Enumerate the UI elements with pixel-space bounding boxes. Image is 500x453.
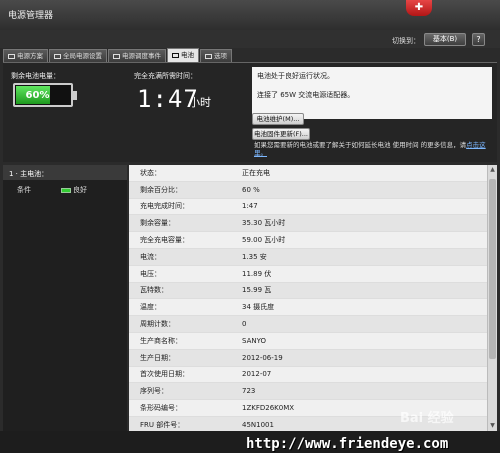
tab-schedule-events[interactable]: 电源调度事件 — [108, 49, 166, 62]
detail-row: 生产日期： 2012-06-19 — [129, 349, 487, 367]
detail-key: 剩余容量： — [140, 219, 175, 228]
condition-battery-icon — [61, 187, 71, 193]
scroll-up-icon[interactable]: ▲ — [488, 165, 497, 175]
battery-icon — [172, 53, 179, 58]
detail-key: 周期计数： — [140, 320, 175, 329]
tab-label: 电源方案 — [17, 51, 43, 60]
title-bar: 电源管理器 ✚ — [0, 0, 500, 30]
detail-value: 11.89 伏 — [242, 269, 272, 278]
detail-row: 首次使用日期： 2012-07 — [129, 367, 487, 384]
condition-text: 良好 — [73, 186, 87, 194]
status-adapter: 连接了 65W 交流电源适配器。 — [257, 91, 355, 99]
main-battery-header[interactable]: 1 · 主电池： — [3, 165, 127, 180]
battery-details-table: 状态： 正在充电剩余百分比： 60 % 充电完成时间： 1:47 剩余容量： 35.30 瓦… — [129, 165, 487, 431]
detail-value: 2012-07 — [242, 370, 272, 379]
detail-key: 状态： — [140, 168, 161, 177]
switch-row: 切换到： 基本(B) ? — [0, 30, 500, 48]
watermark-baidu: Bai 经验 — [400, 411, 454, 426]
detail-value: 1.35 安 — [242, 252, 267, 261]
detail-key: 充电完成时间： — [140, 202, 189, 211]
detail-key: 温度： — [140, 303, 161, 312]
detail-key: FRU 部件号： — [140, 420, 185, 429]
detail-value: 60 % — [242, 185, 260, 194]
status-health: 电池处于良好运行状况。 — [257, 72, 334, 80]
detail-value: 59.00 瓦小时 — [242, 236, 286, 245]
detail-key: 生产日期： — [140, 353, 175, 362]
detail-row: 温度： 34 摄氏度 — [129, 299, 487, 317]
window-title: 电源管理器 — [8, 11, 54, 21]
detail-key: 生产商名称： — [140, 336, 182, 345]
detail-row: 完全充电容量： 59.00 瓦小时 — [129, 232, 487, 249]
battery-info-text: 如果您需要新的电池或要了解关于如何延长电池 使用时间 的更多信息，请点击这里。 — [254, 141, 490, 157]
info-text: 如果您需要新的电池或要了解关于如何延长电池 使用时间 的更多信息，请 — [254, 141, 467, 149]
battery-percent: 60% — [25, 90, 50, 101]
detail-row: 周期计数： 0 — [129, 316, 487, 333]
detail-key: 瓦特数： — [140, 286, 168, 295]
switch-basic-button[interactable]: 基本(B) — [424, 33, 466, 46]
tab-bar: 电源方案 全局电源设置 电源调度事件 电池 选项 — [3, 48, 232, 62]
battery-summary-panel: 剩余电池电量： 60% 完全充满所需时间： 1:47 小时 电池处于良好运行状况… — [3, 62, 497, 162]
detail-key: 条形码编号： — [140, 404, 182, 413]
condition-label: 条件 — [17, 186, 31, 194]
app-plus-icon: ✚ — [406, 0, 432, 16]
battery-gauge: 60% — [13, 83, 77, 107]
detail-row: 剩余百分比： 60 % — [129, 181, 487, 199]
detail-row: 电流： 1.35 安 — [129, 248, 487, 266]
tab-global-settings[interactable]: 全局电源设置 — [49, 49, 107, 62]
detail-key: 剩余百分比： — [140, 185, 182, 194]
tab-power-plan[interactable]: 电源方案 — [3, 49, 48, 62]
tab-label: 电源调度事件 — [122, 51, 161, 60]
tab-label: 电池 — [181, 51, 194, 59]
detail-value: SANYO — [242, 336, 267, 345]
detail-row: 剩余容量： 35.30 瓦小时 — [129, 215, 487, 233]
firmware-update-button[interactable]: 电池固件更新(F)... — [252, 128, 310, 140]
detail-row: 充电完成时间： 1:47 — [129, 199, 487, 216]
tab-label: 选项 — [214, 51, 227, 60]
detail-value: 723 — [242, 387, 256, 396]
power-plan-icon — [8, 53, 15, 59]
switch-label: 切换到： — [392, 37, 420, 45]
help-button[interactable]: ? — [472, 33, 485, 46]
detail-value: 正在充电 — [242, 168, 270, 177]
detail-key: 序列号： — [140, 387, 168, 396]
tab-options[interactable]: 选项 — [200, 49, 232, 62]
full-charge-time-label: 完全充满所需时间： — [134, 72, 197, 80]
detail-key: 电压： — [140, 269, 161, 278]
schedule-icon — [113, 53, 120, 59]
detail-value: 34 摄氏度 — [242, 303, 275, 312]
battery-maintenance-button[interactable]: 电池维护(M)... — [252, 113, 304, 125]
detail-row: 生产商名称： SANYO — [129, 333, 487, 350]
tab-label: 全局电源设置 — [63, 51, 102, 60]
details-scrollbar[interactable]: ▲ ▼ — [487, 165, 497, 431]
battery-nub — [73, 91, 77, 100]
detail-value: 1:47 — [242, 202, 258, 211]
global-settings-icon — [54, 53, 61, 59]
options-icon — [205, 53, 212, 59]
battery-status-box: 电池处于良好运行状况。 连接了 65W 交流电源适配器。 — [252, 67, 492, 119]
watermark-url: http://www.friendeye.com — [246, 436, 449, 452]
detail-row: 电压： 11.89 伏 — [129, 266, 487, 283]
remaining-charge-label: 剩余电池电量： — [11, 72, 60, 80]
detail-value: 35.30 瓦小时 — [242, 219, 286, 228]
detail-row: 序列号： 723 — [129, 383, 487, 401]
scroll-thumb[interactable] — [489, 179, 496, 359]
detail-value: 0 — [242, 320, 247, 329]
detail-row: 状态： 正在充电 — [129, 165, 487, 182]
condition-value: 良好 — [61, 185, 87, 195]
detail-row: 瓦特数： 15.99 瓦 — [129, 282, 487, 300]
tab-battery[interactable]: 电池 — [167, 48, 199, 62]
detail-key: 完全充电容量： — [140, 236, 189, 245]
detail-key: 首次使用日期： — [140, 370, 189, 379]
scroll-down-icon[interactable]: ▼ — [488, 421, 497, 431]
detail-key: 电流： — [140, 252, 161, 261]
time-unit: 小时 — [189, 96, 211, 109]
battery-list-panel: 1 · 主电池： 条件 良好 — [3, 165, 127, 431]
detail-value: 15.99 瓦 — [242, 286, 272, 295]
detail-value: 2012-06-19 — [242, 353, 283, 362]
